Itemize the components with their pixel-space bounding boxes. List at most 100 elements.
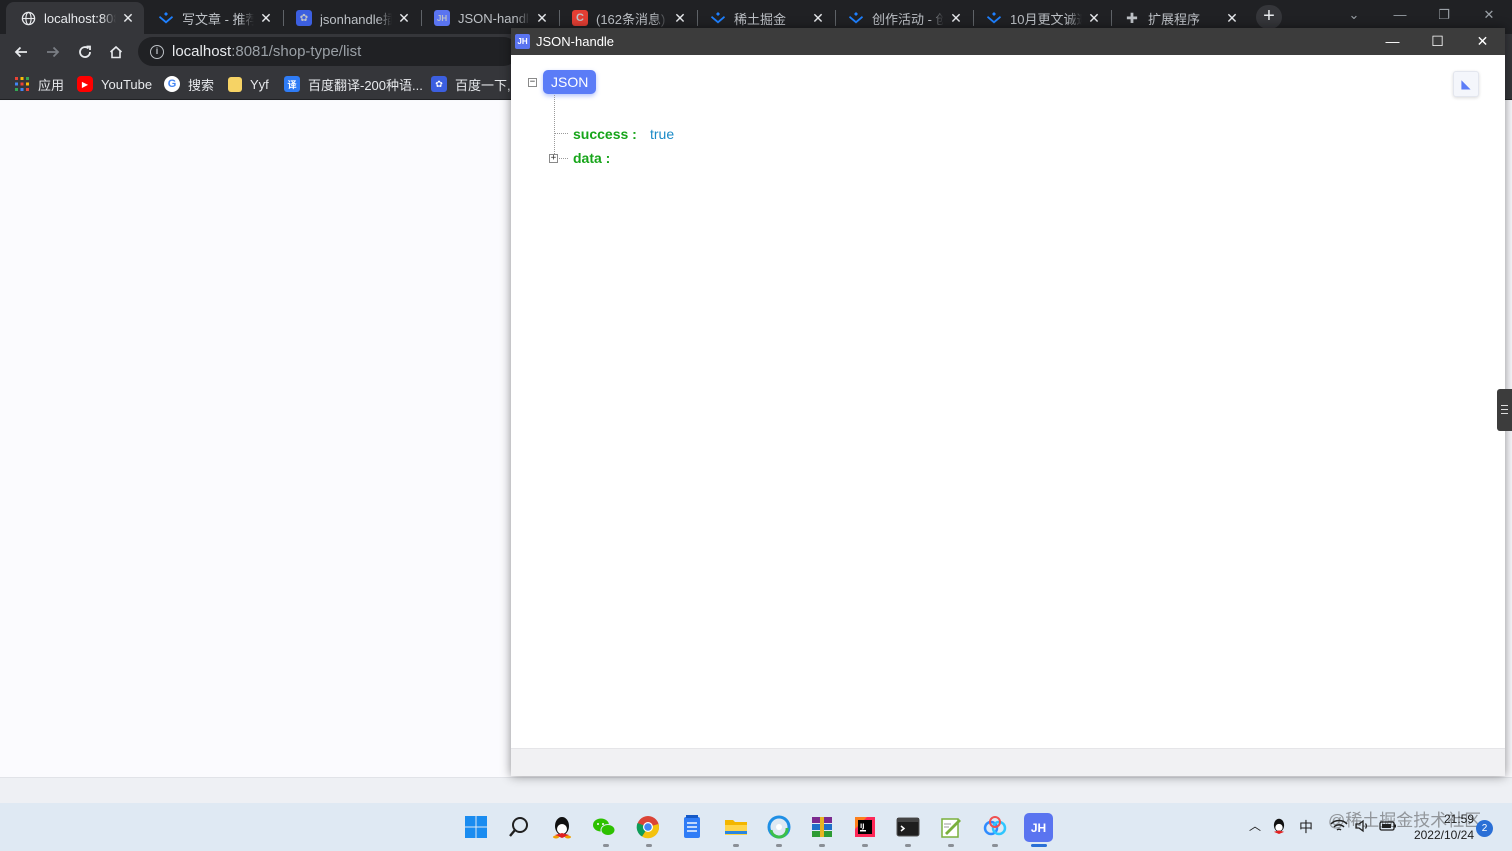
show-hidden-icons-icon[interactable]: ︿ [1249,817,1261,834]
juejin-icon [710,10,726,26]
volume-icon[interactable] [1354,819,1372,836]
edge-icon[interactable] [765,813,793,841]
ime-indicator[interactable]: 中 [1299,817,1313,837]
jh-logo-icon: JH [515,34,530,49]
active-indicator [1031,844,1047,847]
qq-icon[interactable] [548,813,576,841]
running-indicator [905,844,911,847]
tab-title: 创作活动 - 创作 [872,11,944,27]
bookmark-folder-yyf[interactable]: Yyf [228,75,269,93]
json-root-node[interactable]: JSON [543,70,597,94]
notepad-icon[interactable] [678,813,706,841]
tab-close-icon[interactable]: ✕ [534,10,550,26]
running-indicator [992,844,998,847]
terminal-icon[interactable] [894,813,922,841]
clock-date: 2022/10/24 [1413,828,1474,842]
bookmark-search[interactable]: G 搜索 [164,75,214,93]
tab-close-icon[interactable]: ✕ [948,10,964,26]
windows-taskbar: @稀土掘金技术社区 IJ JH ︿ 中 21:59 2022/10/24 2 [0,803,1512,851]
json-key-data[interactable]: data : [573,150,610,166]
address-host: localhost [172,43,232,60]
tab-juejin-write[interactable]: 写文章 - 推荐 ✕ [144,2,282,34]
json-handle-window: JH JSON-handle — ☐ ✕ − JSON success : tr… [511,28,1505,776]
browser-minimize-icon[interactable]: — [1377,0,1423,30]
bookmark-label: 百度翻译-200种语... [308,77,423,93]
json-key-success[interactable]: success : [573,126,637,142]
tab-close-icon[interactable]: ✕ [120,10,136,26]
json-handle-footer [511,748,1505,776]
bookmark-baidu-translate[interactable]: 译 百度翻译-200种语... [284,75,423,93]
browser-restore-icon[interactable]: ❐ [1421,0,1467,30]
tree-line [554,95,555,158]
notification-badge[interactable]: 2 [1476,820,1493,837]
running-indicator [948,844,954,847]
notepad-plus-icon[interactable] [937,813,965,841]
reload-icon[interactable] [72,39,98,65]
juejin-icon [848,10,864,26]
popup-close-icon[interactable]: ✕ [1460,28,1505,55]
running-indicator [862,844,868,847]
tab-title: jsonhandle插件 [320,11,392,27]
search-icon[interactable] [505,813,533,841]
battery-icon[interactable] [1379,819,1397,836]
wifi-icon[interactable] [1330,819,1348,836]
bookmark-youtube[interactable]: ▶ YouTube [77,75,152,93]
juejin-icon [986,10,1002,26]
csdn-icon: C [572,10,588,26]
tab-localhost[interactable]: localhost:8081/shop-type/list ✕ [6,2,144,34]
tab-title: 扩展程序 [1148,11,1201,27]
tab-close-icon[interactable]: ✕ [672,10,688,26]
wechat-icon[interactable] [590,813,618,841]
bookmark-label: 百度一下, [455,77,511,93]
json-tree-panel: − JSON success : true + data : ◣ [511,55,1505,748]
qq-tray-icon[interactable] [1271,817,1287,838]
file-explorer-icon[interactable] [722,813,750,841]
address-bar[interactable]: i localhost:8081/shop-type/list [138,37,518,66]
tab-search-chevron-icon[interactable]: ⌄ [1331,0,1377,30]
popup-minimize-icon[interactable]: — [1370,28,1415,55]
tab-jsonhandle-baidu[interactable]: ✿ jsonhandle插件 ✕ [282,2,420,34]
running-indicator [646,844,652,847]
puzzle-icon: ✚ [1126,9,1138,26]
json-handle-icon[interactable]: JH [1024,813,1053,842]
side-panel-handle[interactable] [1497,389,1512,431]
browser-close-icon[interactable]: ✕ [1466,0,1512,30]
json-handle-titlebar[interactable]: JH JSON-handle — ☐ ✕ [511,28,1505,55]
home-icon[interactable] [103,39,129,65]
baidu-netdisk-icon[interactable] [981,813,1009,841]
panel-toggle-icon[interactable]: ◣ [1453,71,1479,97]
json-handle-window-title: JSON-handle [536,34,615,49]
baidu-icon: ✿ [431,76,447,92]
new-tab-button[interactable]: + [1256,5,1282,29]
system-clock[interactable]: 21:59 2022/10/24 [1404,811,1474,843]
running-indicator [733,844,739,847]
tab-close-icon[interactable]: ✕ [1086,10,1102,26]
chrome-icon[interactable] [634,813,662,841]
bookmark-apps[interactable]: 应用 [14,75,64,93]
running-indicator [603,844,609,847]
running-indicator [819,844,825,847]
intellij-icon[interactable]: IJ [851,813,879,841]
clock-time: 21:59 [1443,812,1474,826]
youtube-icon: ▶ [77,76,93,92]
baidu-icon: ✿ [296,10,312,26]
tab-title: 10月更文诚邀 [1010,11,1082,27]
popup-maximize-icon[interactable]: ☐ [1415,28,1460,55]
forward-arrow-icon[interactable] [40,39,66,65]
bookmark-label: Yyf [250,76,269,92]
collapse-root-icon[interactable]: − [528,78,537,87]
site-info-icon[interactable]: i [150,44,164,59]
tab-close-icon[interactable]: ✕ [810,10,826,26]
tab-close-icon[interactable]: ✕ [258,10,274,26]
winrar-icon[interactable] [808,813,836,841]
json-value-success[interactable]: true [650,126,674,142]
tab-title: 稀土掘金 [734,11,787,27]
expand-data-icon[interactable]: + [549,154,558,163]
bookmark-baidu[interactable]: ✿ 百度一下, [431,75,511,93]
start-icon[interactable] [462,813,490,841]
tab-title: localhost:8081/shop-type/list [44,10,116,26]
back-arrow-icon[interactable] [8,39,34,65]
tab-close-icon[interactable]: ✕ [396,10,412,26]
tab-close-icon[interactable]: ✕ [1224,10,1240,26]
translate-icon: 译 [284,76,300,92]
